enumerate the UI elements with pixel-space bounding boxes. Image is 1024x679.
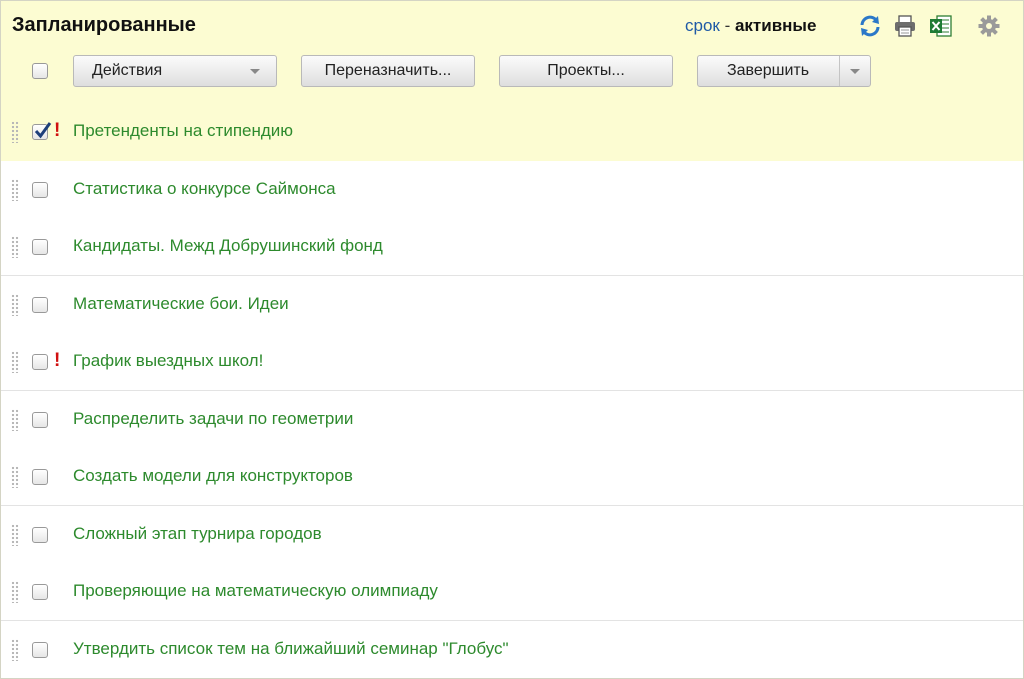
task-title-link[interactable]: Создать модели для конструкторов	[73, 466, 353, 486]
reassign-button[interactable]: Переназначить...	[301, 55, 475, 87]
task-row[interactable]: Кандидаты. Межд Добрушинский фонд	[1, 218, 1023, 276]
task-title-link[interactable]: Проверяющие на математическую олимпиаду	[73, 581, 438, 601]
drag-handle-icon[interactable]	[11, 294, 19, 316]
drag-handle-icon[interactable]	[11, 236, 19, 258]
drag-handle-icon[interactable]	[11, 409, 19, 431]
chevron-down-icon	[850, 69, 860, 74]
important-flag-icon: !	[54, 350, 61, 371]
toolbar: Действия Переназначить... Проекты... Зав…	[1, 53, 1023, 93]
task-row[interactable]: Утвердить список тем на ближайший семина…	[1, 621, 1023, 678]
task-row[interactable]: Распределить задачи по геометрии	[1, 391, 1023, 449]
excel-export-icon[interactable]	[929, 14, 953, 38]
task-checkbox[interactable]	[32, 412, 48, 428]
important-flag-icon: !	[54, 120, 61, 141]
filter-separator: -	[719, 16, 735, 35]
task-checkbox[interactable]	[32, 182, 48, 198]
drag-handle-icon[interactable]	[11, 179, 19, 201]
complete-split-button: Завершить	[697, 55, 871, 87]
task-title-link[interactable]: Сложный этап турнира городов	[73, 524, 322, 544]
task-checkbox[interactable]	[32, 239, 48, 255]
task-row[interactable]: Математические бои. Идеи	[1, 276, 1023, 334]
task-row[interactable]: ! Претенденты на стипендию	[1, 103, 1023, 160]
task-title-link[interactable]: Претенденты на стипендию	[73, 121, 293, 141]
task-checkbox[interactable]	[32, 122, 52, 140]
task-row[interactable]: Сложный этап турнира городов	[1, 506, 1023, 564]
actions-dropdown[interactable]: Действия	[73, 55, 277, 87]
complete-options-button[interactable]	[840, 56, 870, 86]
actions-dropdown-label: Действия	[92, 62, 163, 79]
drag-handle-icon[interactable]	[11, 581, 19, 603]
checkmark-icon	[34, 122, 52, 139]
task-title-link[interactable]: Статистика о конкурсе Саймонса	[73, 179, 336, 199]
task-checkbox[interactable]	[32, 469, 48, 485]
drag-handle-icon[interactable]	[11, 351, 19, 373]
page-title: Запланированные	[12, 14, 196, 36]
task-title-link[interactable]: График выездных школ!	[73, 351, 263, 371]
task-row[interactable]: Проверяющие на математическую олимпиаду	[1, 563, 1023, 621]
drag-handle-icon[interactable]	[11, 524, 19, 546]
task-title-link[interactable]: Распределить задачи по геометрии	[73, 409, 353, 429]
refresh-icon[interactable]	[858, 14, 882, 38]
print-icon[interactable]	[893, 14, 917, 38]
projects-button[interactable]: Проекты...	[499, 55, 673, 87]
task-checkbox[interactable]	[32, 354, 48, 370]
complete-button[interactable]: Завершить	[698, 56, 838, 86]
filter-bar: срок - активные	[685, 16, 816, 36]
sort-by-deadline-link[interactable]: срок	[685, 16, 720, 35]
task-row[interactable]: Создать модели для конструкторов	[1, 448, 1023, 506]
chevron-down-icon	[250, 69, 260, 74]
select-all-checkbox[interactable]	[32, 63, 48, 79]
drag-handle-icon[interactable]	[11, 121, 19, 143]
drag-handle-icon[interactable]	[11, 639, 19, 661]
task-title-link[interactable]: Математические бои. Идеи	[73, 294, 289, 314]
drag-handle-icon[interactable]	[11, 466, 19, 488]
task-title-link[interactable]: Кандидаты. Межд Добрушинский фонд	[73, 236, 383, 256]
task-checkbox[interactable]	[32, 642, 48, 658]
task-row[interactable]: ! График выездных школ!	[1, 333, 1023, 391]
task-checkbox[interactable]	[32, 297, 48, 313]
filter-state-active: активные	[734, 16, 817, 35]
task-checkbox[interactable]	[32, 584, 48, 600]
task-list-panel: Запланированные срок - активные Действия…	[0, 0, 1024, 679]
task-row[interactable]: Статистика о конкурсе Саймонса	[1, 161, 1023, 219]
task-checkbox[interactable]	[32, 527, 48, 543]
task-title-link[interactable]: Утвердить список тем на ближайший семина…	[73, 639, 509, 659]
settings-gear-icon[interactable]	[977, 14, 1001, 38]
